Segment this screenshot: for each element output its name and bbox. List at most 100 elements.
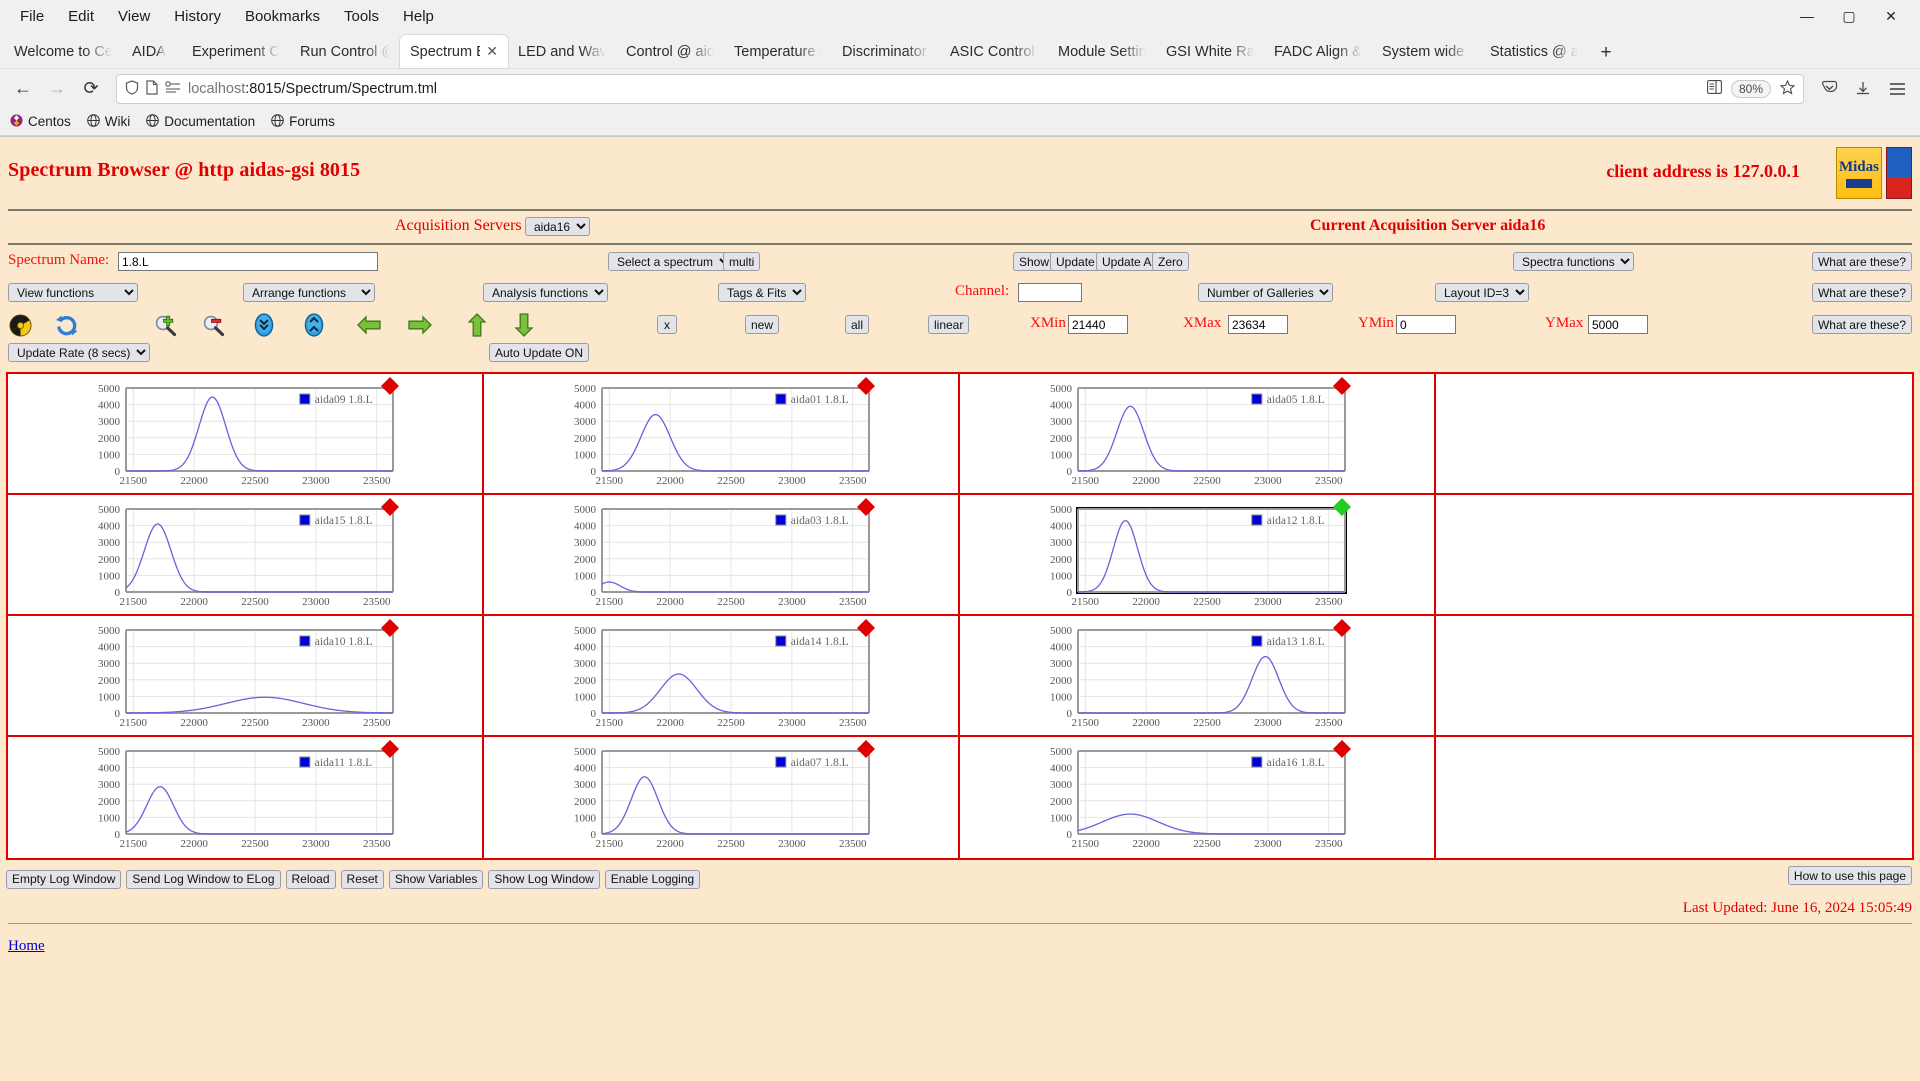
spectrum-plot-wrap[interactable]: 0100020003000400050002150022000225002300…: [960, 495, 1434, 614]
zero-button[interactable]: Zero: [1152, 252, 1189, 271]
browser-tab-7[interactable]: Temperature an: [724, 35, 832, 68]
browser-tab-5[interactable]: LED and Wavefo: [508, 35, 616, 68]
acquisition-server-select[interactable]: aida16: [525, 217, 590, 236]
address-bar[interactable]: localhost:8015/Spectrum/Spectrum.tml 80%: [116, 74, 1804, 104]
spectrum-panel-empty[interactable]: [1436, 495, 1912, 616]
spectrum-panel[interactable]: 0100020003000400050002150022000225002300…: [484, 616, 960, 737]
arrow-down-icon[interactable]: [510, 313, 538, 337]
browser-tab-11[interactable]: GSI White Rabbi: [1156, 35, 1264, 68]
spectrum-plot-wrap[interactable]: 0100020003000400050002150022000225002300…: [484, 374, 958, 493]
analysis-functions-dropdown[interactable]: Analysis functions: [483, 283, 608, 302]
reader-view-icon[interactable]: [1707, 80, 1722, 97]
multi-button[interactable]: multi: [723, 252, 760, 271]
how-to-use-this-page-button[interactable]: How to use this page: [1788, 866, 1912, 885]
bookmark-wiki[interactable]: Wiki: [87, 114, 131, 130]
spectrum-plot-wrap[interactable]: 0100020003000400050002150022000225002300…: [8, 374, 482, 493]
maximize-button[interactable]: ▢: [1828, 0, 1870, 32]
spectrum-plot-wrap[interactable]: 0100020003000400050002150022000225002300…: [960, 616, 1434, 735]
reload-button[interactable]: Reload: [286, 870, 336, 889]
linear-button[interactable]: linear: [928, 315, 969, 334]
forward-icon[interactable]: →: [42, 74, 72, 104]
spectrum-plot-wrap[interactable]: 0100020003000400050002150022000225002300…: [8, 737, 482, 858]
pocket-icon[interactable]: [1814, 74, 1844, 104]
what-are-these-button-1[interactable]: What are these?: [1812, 252, 1912, 271]
zoom-out-icon[interactable]: [200, 313, 228, 337]
update-button[interactable]: Update: [1050, 252, 1101, 271]
show-log-window-button[interactable]: Show Log Window: [488, 870, 599, 889]
spectrum-panel[interactable]: 0100020003000400050002150022000225002300…: [960, 374, 1436, 495]
spectrum-panel-empty[interactable]: [1436, 374, 1912, 495]
downloads-icon[interactable]: [1848, 74, 1878, 104]
zoom-in-icon[interactable]: [152, 313, 180, 337]
send-log-to-elog-button[interactable]: Send Log Window to ELog: [126, 870, 280, 889]
channel-input[interactable]: [1018, 283, 1082, 302]
empty-log-window-button[interactable]: Empty Log Window: [6, 870, 121, 889]
minimize-button[interactable]: —: [1786, 0, 1828, 32]
collapse-vertical-icon[interactable]: [250, 313, 278, 337]
close-tab-icon[interactable]: ✕: [486, 43, 498, 60]
update-rate-dropdown[interactable]: Update Rate (8 secs): [8, 343, 150, 362]
radiation-icon[interactable]: [6, 313, 34, 337]
bookmark-centos[interactable]: Centos: [10, 114, 71, 130]
spectrum-plot-wrap[interactable]: 0100020003000400050002150022000225002300…: [484, 737, 958, 858]
spectrum-panel[interactable]: 0100020003000400050002150022000225002300…: [8, 374, 484, 495]
spectrum-panel[interactable]: 0100020003000400050002150022000225002300…: [960, 495, 1436, 616]
reload-icon[interactable]: ⟳: [76, 74, 106, 104]
what-are-these-button-3[interactable]: What are these?: [1812, 315, 1912, 334]
bookmark-forums[interactable]: Forums: [271, 114, 335, 130]
tracking-protection-icon[interactable]: [165, 81, 181, 97]
ymin-input[interactable]: [1396, 315, 1456, 334]
xmin-input[interactable]: [1068, 315, 1128, 334]
show-button[interactable]: Show: [1013, 252, 1055, 271]
zoom-level-badge[interactable]: 80%: [1731, 80, 1771, 98]
browser-tab-1[interactable]: AIDA: [122, 35, 182, 68]
spectrum-plot-wrap[interactable]: 0100020003000400050002150022000225002300…: [8, 495, 482, 614]
browser-tab-4[interactable]: Spectrum Brow✕: [400, 35, 508, 68]
new-tab-button[interactable]: +: [1592, 38, 1620, 68]
url-text[interactable]: localhost:8015/Spectrum/Spectrum.tml: [188, 81, 437, 97]
menu-bookmarks[interactable]: Bookmarks: [233, 4, 332, 29]
home-link[interactable]: Home: [8, 938, 45, 954]
spectrum-plot-wrap[interactable]: 0100020003000400050002150022000225002300…: [960, 374, 1434, 493]
close-window-button[interactable]: ✕: [1870, 0, 1912, 32]
spectrum-panel[interactable]: 0100020003000400050002150022000225002300…: [8, 495, 484, 616]
bookmark-documentation[interactable]: Documentation: [146, 114, 255, 130]
spectrum-name-input[interactable]: [118, 252, 378, 271]
ymax-input[interactable]: [1588, 315, 1648, 334]
arrow-right-icon[interactable]: [406, 313, 434, 337]
browser-tab-2[interactable]: Experiment Cont: [182, 35, 290, 68]
menu-file[interactable]: File: [8, 4, 56, 29]
arrow-left-icon[interactable]: [355, 313, 383, 337]
back-icon[interactable]: ←: [8, 74, 38, 104]
browser-tab-6[interactable]: Control @ aidas: [616, 35, 724, 68]
browser-tab-3[interactable]: Run Control @ a: [290, 35, 400, 68]
expand-vertical-icon[interactable]: [300, 313, 328, 337]
menu-tools[interactable]: Tools: [332, 4, 391, 29]
spectrum-panel-empty[interactable]: [1436, 616, 1912, 737]
bookmark-star-icon[interactable]: [1780, 80, 1795, 98]
all-button[interactable]: all: [845, 315, 869, 334]
shield-icon[interactable]: [125, 80, 139, 98]
spectrum-plot-wrap[interactable]: 0100020003000400050002150022000225002300…: [484, 616, 958, 735]
arrange-functions-dropdown[interactable]: Arrange functions: [243, 283, 375, 302]
app-menu-icon[interactable]: [1882, 74, 1912, 104]
browser-tab-10[interactable]: Module Settings: [1048, 35, 1156, 68]
browser-tab-8[interactable]: Discriminator co: [832, 35, 940, 68]
browser-tab-14[interactable]: Statistics @ aida: [1480, 35, 1588, 68]
arrow-up-icon[interactable]: [463, 313, 491, 337]
view-functions-dropdown[interactable]: View functions: [8, 283, 138, 302]
spectrum-plot-wrap[interactable]: 0100020003000400050002150022000225002300…: [8, 616, 482, 735]
spectrum-panel[interactable]: 0100020003000400050002150022000225002300…: [484, 374, 960, 495]
select-a-spectrum-dropdown[interactable]: Select a spectrum: [608, 252, 733, 271]
menu-view[interactable]: View: [106, 4, 162, 29]
spectrum-panel[interactable]: 0100020003000400050002150022000225002300…: [8, 737, 484, 858]
spectrum-panel[interactable]: 0100020003000400050002150022000225002300…: [484, 737, 960, 858]
what-are-these-button-2[interactable]: What are these?: [1812, 283, 1912, 302]
x-button[interactable]: x: [657, 315, 677, 334]
new-button[interactable]: new: [745, 315, 779, 334]
spectrum-panel-empty[interactable]: [1436, 737, 1912, 858]
spectrum-panel[interactable]: 0100020003000400050002150022000225002300…: [8, 616, 484, 737]
refresh-icon[interactable]: [52, 313, 80, 337]
browser-tab-9[interactable]: ASIC Control @: [940, 35, 1048, 68]
layout-id-dropdown[interactable]: Layout ID=3: [1435, 283, 1529, 302]
